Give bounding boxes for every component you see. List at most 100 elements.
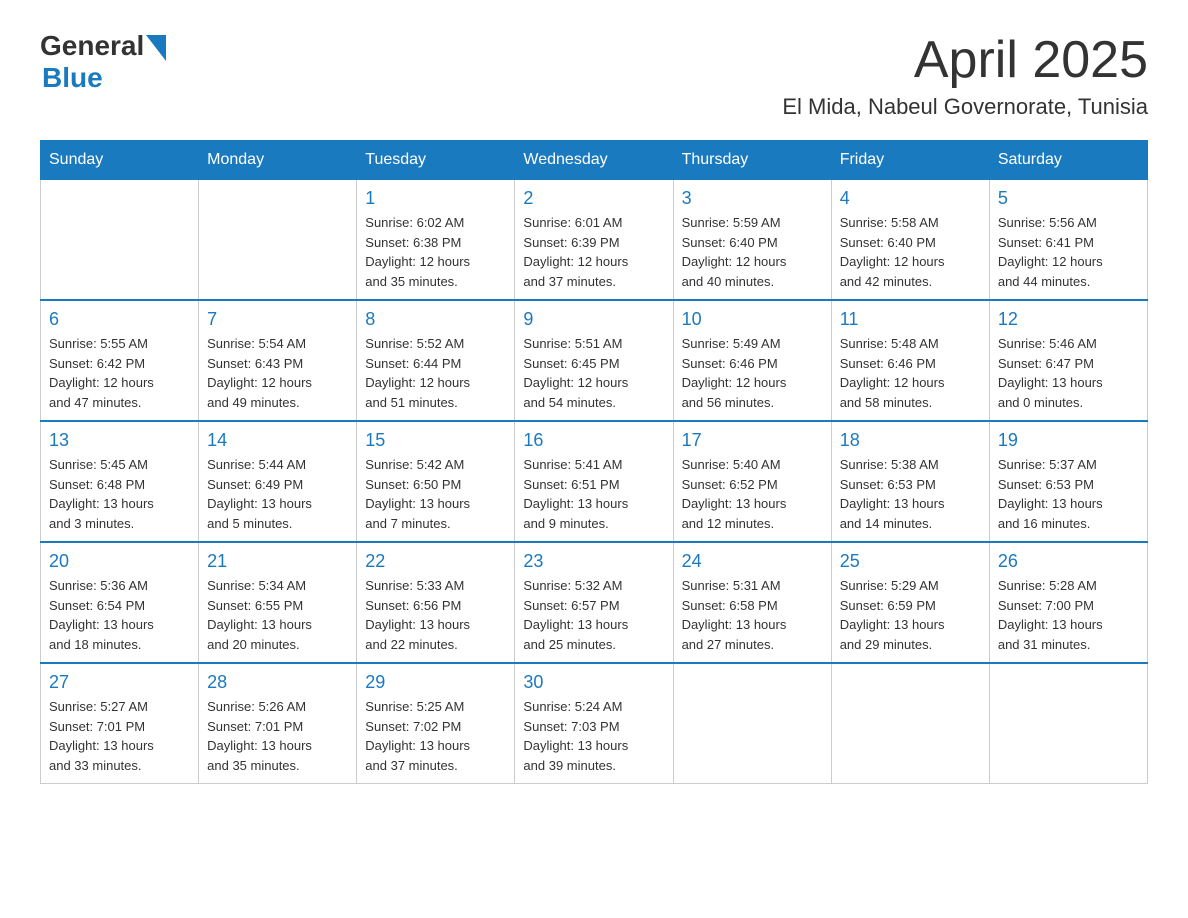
day-info: Sunrise: 5:29 AM Sunset: 6:59 PM Dayligh…: [840, 576, 981, 654]
day-info: Sunrise: 5:32 AM Sunset: 6:57 PM Dayligh…: [523, 576, 664, 654]
calendar-cell: 16Sunrise: 5:41 AM Sunset: 6:51 PM Dayli…: [515, 421, 673, 542]
calendar-cell: 2Sunrise: 6:01 AM Sunset: 6:39 PM Daylig…: [515, 180, 673, 301]
day-info: Sunrise: 5:55 AM Sunset: 6:42 PM Dayligh…: [49, 334, 190, 412]
day-number: 24: [682, 551, 823, 572]
logo-line2: Blue: [42, 62, 166, 94]
day-info: Sunrise: 5:26 AM Sunset: 7:01 PM Dayligh…: [207, 697, 348, 775]
calendar-cell: 26 Sunrise: 5:28 AM Sunset: 7:00 PM Dayli…: [989, 542, 1147, 663]
calendar-week-row: 13 Sunrise: 5:45 AM Sunset: 6:48 PM Dayli…: [41, 421, 1148, 542]
calendar-cell: 12Sunrise: 5:46 AM Sunset: 6:47 PM Dayli…: [989, 300, 1147, 421]
day-number: 17: [682, 430, 823, 451]
calendar-cell: 20 Sunrise: 5:36 AM Sunset: 6:54 PM Dayli…: [41, 542, 199, 663]
weekday-header-saturday: Saturday: [989, 141, 1147, 180]
day-info: Sunrise: 5:40 AM Sunset: 6:52 PM Dayligh…: [682, 455, 823, 533]
day-number: 8: [365, 309, 506, 330]
calendar-cell: 5Sunrise: 5:56 AM Sunset: 6:41 PM Daylig…: [989, 180, 1147, 301]
day-info: Sunrise: 5:54 AM Sunset: 6:43 PM Dayligh…: [207, 334, 348, 412]
calendar-cell: 3Sunrise: 5:59 AM Sunset: 6:40 PM Daylig…: [673, 180, 831, 301]
day-number: 29: [365, 672, 506, 693]
day-number: 11: [840, 309, 981, 330]
day-info: Sunrise: 5:33 AM Sunset: 6:56 PM Dayligh…: [365, 576, 506, 654]
calendar-cell: 8 Sunrise: 5:52 AM Sunset: 6:44 PM Daylig…: [357, 300, 515, 421]
calendar-cell: 17 Sunrise: 5:40 AM Sunset: 6:52 PM Dayli…: [673, 421, 831, 542]
day-number: 26: [998, 551, 1139, 572]
weekday-header-sunday: Sunday: [41, 141, 199, 180]
day-number: 21: [207, 551, 348, 572]
weekday-header-friday: Friday: [831, 141, 989, 180]
day-number: 13: [49, 430, 190, 451]
page-header: General Blue April 2025 El Mida, Nabeul …: [40, 30, 1148, 120]
day-info: Sunrise: 5:49 AM Sunset: 6:46 PM Dayligh…: [682, 334, 823, 412]
calendar-table: SundayMondayTuesdayWednesdayThursdayFrid…: [40, 140, 1148, 784]
weekday-header-row: SundayMondayTuesdayWednesdayThursdayFrid…: [41, 141, 1148, 180]
calendar-cell: 22Sunrise: 5:33 AM Sunset: 6:56 PM Dayli…: [357, 542, 515, 663]
calendar-cell: [831, 663, 989, 784]
calendar-cell: 18Sunrise: 5:38 AM Sunset: 6:53 PM Dayli…: [831, 421, 989, 542]
calendar-week-row: 20 Sunrise: 5:36 AM Sunset: 6:54 PM Dayli…: [41, 542, 1148, 663]
day-number: 30: [523, 672, 664, 693]
calendar-header: SundayMondayTuesdayWednesdayThursdayFrid…: [41, 141, 1148, 180]
day-info: Sunrise: 5:51 AM Sunset: 6:45 PM Dayligh…: [523, 334, 664, 412]
day-number: 9: [523, 309, 664, 330]
location-title: El Mida, Nabeul Governorate, Tunisia: [782, 94, 1148, 120]
day-info: Sunrise: 5:31 AM Sunset: 6:58 PM Dayligh…: [682, 576, 823, 654]
calendar-cell: 23 Sunrise: 5:32 AM Sunset: 6:57 PM Dayli…: [515, 542, 673, 663]
day-info: Sunrise: 5:45 AM Sunset: 6:48 PM Dayligh…: [49, 455, 190, 533]
day-number: 16: [523, 430, 664, 451]
calendar-cell: 14Sunrise: 5:44 AM Sunset: 6:49 PM Dayli…: [199, 421, 357, 542]
weekday-header-thursday: Thursday: [673, 141, 831, 180]
calendar-cell: 6 Sunrise: 5:55 AM Sunset: 6:42 PM Daylig…: [41, 300, 199, 421]
calendar-cell: 10 Sunrise: 5:49 AM Sunset: 6:46 PM Dayli…: [673, 300, 831, 421]
day-number: 23: [523, 551, 664, 572]
calendar-cell: 30 Sunrise: 5:24 AM Sunset: 7:03 PM Dayli…: [515, 663, 673, 784]
calendar-week-row: 27 Sunrise: 5:27 AM Sunset: 7:01 PM Dayli…: [41, 663, 1148, 784]
calendar-week-row: 1 Sunrise: 6:02 AM Sunset: 6:38 PM Daylig…: [41, 180, 1148, 301]
day-number: 15: [365, 430, 506, 451]
day-number: 25: [840, 551, 981, 572]
calendar-cell: 15 Sunrise: 5:42 AM Sunset: 6:50 PM Dayli…: [357, 421, 515, 542]
calendar-week-row: 6 Sunrise: 5:55 AM Sunset: 6:42 PM Daylig…: [41, 300, 1148, 421]
calendar-cell: 1 Sunrise: 6:02 AM Sunset: 6:38 PM Daylig…: [357, 180, 515, 301]
logo: General Blue: [40, 30, 166, 94]
calendar-cell: 24 Sunrise: 5:31 AM Sunset: 6:58 PM Dayli…: [673, 542, 831, 663]
day-number: 6: [49, 309, 190, 330]
calendar-cell: [199, 180, 357, 301]
day-info: Sunrise: 5:52 AM Sunset: 6:44 PM Dayligh…: [365, 334, 506, 412]
day-info: Sunrise: 5:37 AM Sunset: 6:53 PM Dayligh…: [998, 455, 1139, 533]
calendar-cell: [41, 180, 199, 301]
calendar-cell: 19 Sunrise: 5:37 AM Sunset: 6:53 PM Dayli…: [989, 421, 1147, 542]
day-number: 19: [998, 430, 1139, 451]
day-number: 5: [998, 188, 1139, 209]
weekday-header-tuesday: Tuesday: [357, 141, 515, 180]
logo-general-text: General: [40, 30, 144, 62]
day-number: 10: [682, 309, 823, 330]
logo-triangle-icon: [146, 35, 166, 61]
title-section: April 2025 El Mida, Nabeul Governorate, …: [782, 30, 1148, 120]
day-number: 20: [49, 551, 190, 572]
day-info: Sunrise: 5:58 AM Sunset: 6:40 PM Dayligh…: [840, 213, 981, 291]
day-info: Sunrise: 5:59 AM Sunset: 6:40 PM Dayligh…: [682, 213, 823, 291]
day-info: Sunrise: 5:28 AM Sunset: 7:00 PM Dayligh…: [998, 576, 1139, 654]
calendar-cell: 13 Sunrise: 5:45 AM Sunset: 6:48 PM Dayli…: [41, 421, 199, 542]
day-info: Sunrise: 5:24 AM Sunset: 7:03 PM Dayligh…: [523, 697, 664, 775]
calendar-cell: [673, 663, 831, 784]
calendar-cell: 9 Sunrise: 5:51 AM Sunset: 6:45 PM Daylig…: [515, 300, 673, 421]
day-number: 7: [207, 309, 348, 330]
day-info: Sunrise: 5:36 AM Sunset: 6:54 PM Dayligh…: [49, 576, 190, 654]
day-info: Sunrise: 5:42 AM Sunset: 6:50 PM Dayligh…: [365, 455, 506, 533]
day-number: 1: [365, 188, 506, 209]
logo-wrapper: General Blue: [40, 30, 166, 94]
day-number: 12: [998, 309, 1139, 330]
calendar-cell: 11 Sunrise: 5:48 AM Sunset: 6:46 PM Dayli…: [831, 300, 989, 421]
calendar-cell: [989, 663, 1147, 784]
calendar-cell: 29Sunrise: 5:25 AM Sunset: 7:02 PM Dayli…: [357, 663, 515, 784]
day-number: 4: [840, 188, 981, 209]
day-info: Sunrise: 6:02 AM Sunset: 6:38 PM Dayligh…: [365, 213, 506, 291]
day-info: Sunrise: 5:48 AM Sunset: 6:46 PM Dayligh…: [840, 334, 981, 412]
calendar-cell: 28Sunrise: 5:26 AM Sunset: 7:01 PM Dayli…: [199, 663, 357, 784]
logo-line1: General: [40, 30, 166, 62]
day-number: 27: [49, 672, 190, 693]
day-info: Sunrise: 6:01 AM Sunset: 6:39 PM Dayligh…: [523, 213, 664, 291]
day-number: 18: [840, 430, 981, 451]
day-info: Sunrise: 5:27 AM Sunset: 7:01 PM Dayligh…: [49, 697, 190, 775]
